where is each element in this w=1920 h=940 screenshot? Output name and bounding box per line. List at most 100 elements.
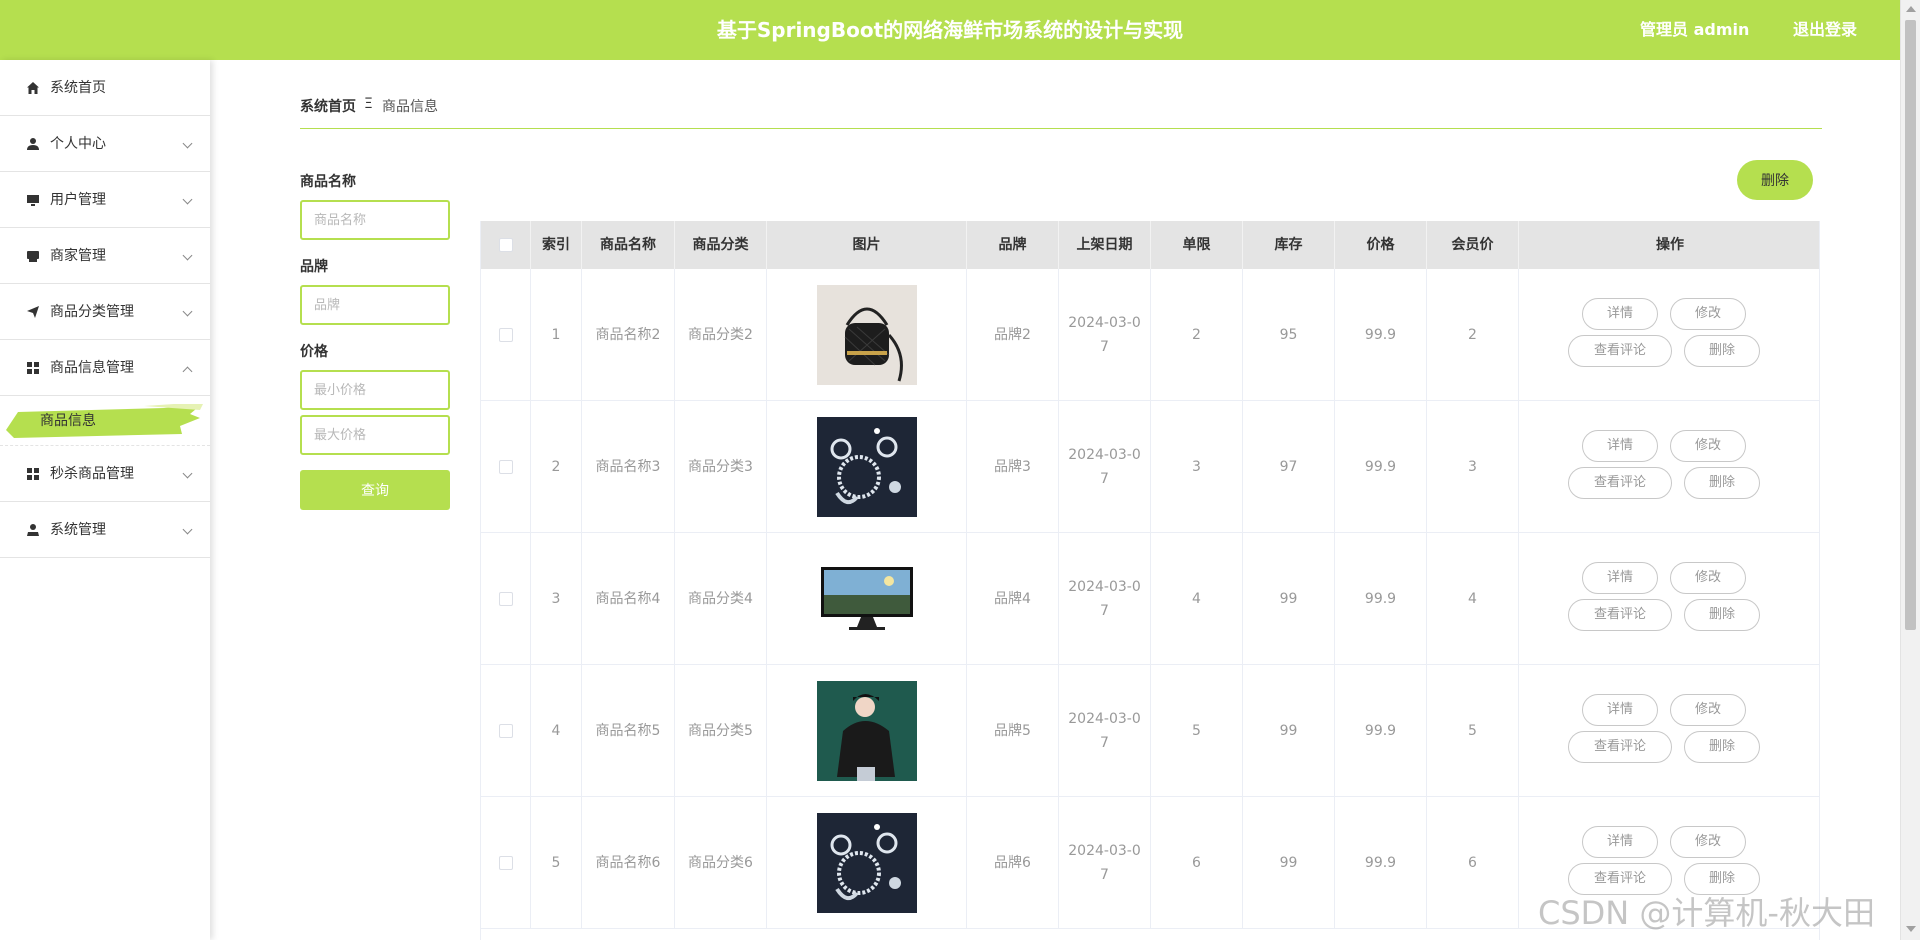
sidebar-item-flash-sale[interactable]: 秒杀商品管理 (0, 446, 210, 502)
sidebar-item-profile[interactable]: 个人中心 (0, 116, 210, 172)
top-header: 基于SpringBoot的网络海鲜市场系统的设计与实现 管理员 admin 退出… (0, 0, 1900, 60)
chevron-up-icon (182, 366, 193, 377)
max-price-input[interactable] (300, 415, 450, 455)
brand-input[interactable] (300, 285, 450, 325)
table-cell: 商品分类2 (675, 269, 767, 401)
monitor-image (817, 549, 917, 649)
table-cell: 99.9 (1335, 797, 1427, 929)
search-button[interactable]: 查询 (300, 470, 450, 510)
scrollbar-thumb[interactable] (1905, 20, 1916, 630)
column-header: 单限 (1151, 221, 1243, 269)
table-cell (767, 533, 967, 665)
chevron-down-icon (182, 138, 193, 149)
table-cell (481, 665, 531, 797)
table-cell: 99 (1243, 797, 1335, 929)
min-price-input[interactable] (300, 370, 450, 410)
view-comments-button[interactable]: 查看评论 (1568, 731, 1672, 763)
row-checkbox[interactable] (499, 460, 513, 474)
column-header: 价格 (1335, 221, 1427, 269)
table-cell: 97 (1243, 401, 1335, 533)
admin-icon (27, 524, 39, 536)
table-row: 4 商品名称5 商品分类5 品牌5 2024-03-07 5 99 99.9 5 详情 修改 查看评论… (481, 665, 1819, 797)
product-table: 索引 商品名称 商品分类 图片 品牌 上架日期 单限 库存 价格 会员价 操作 … (480, 221, 1820, 940)
table-cell: 4 (531, 665, 582, 797)
row-checkbox[interactable] (499, 592, 513, 606)
table-cell: 99 (1243, 533, 1335, 665)
edit-button[interactable]: 修改 (1670, 298, 1746, 330)
sidebar-subitem-label: 商品信息 (40, 413, 96, 429)
page-scrollbar[interactable] (1900, 0, 1920, 940)
send-icon (27, 306, 39, 318)
table-row: 1 商品名称2 商品分类2 品牌2 2024-03-07 2 95 99.9 2 详情 修改 查看评论… (481, 269, 1819, 401)
app-title: 基于SpringBoot的网络海鲜市场系统的设计与实现 (716, 18, 1184, 42)
table-cell: 详情 修改查看评论 删除 (1519, 269, 1819, 401)
detail-button[interactable]: 详情 (1582, 826, 1658, 858)
row-checkbox[interactable] (499, 328, 513, 342)
detail-button[interactable]: 详情 (1582, 298, 1658, 330)
edit-button[interactable]: 修改 (1670, 562, 1746, 594)
select-all-checkbox[interactable] (499, 238, 513, 252)
table-cell: 2 (1151, 269, 1243, 401)
table-cell: 5 (1427, 665, 1519, 797)
product-name-label: 商品名称 (300, 174, 356, 190)
batch-delete-button[interactable]: 删除 (1737, 160, 1813, 200)
sidebar-item-label: 系统首页 (50, 80, 106, 96)
breadcrumb-current: 商品信息 (382, 99, 438, 115)
detail-button[interactable]: 详情 (1582, 430, 1658, 462)
sidebar-item-label: 商品分类管理 (50, 304, 134, 320)
sidebar-subitem-product-info[interactable]: 商品信息 (0, 396, 210, 446)
detail-button[interactable]: 详情 (1582, 694, 1658, 726)
logout-button[interactable]: 退出登录 (1793, 0, 1857, 60)
table-cell: 99 (1243, 665, 1335, 797)
sidebar-item-products[interactable]: 商品信息管理 (0, 340, 210, 396)
table-cell: 2 (1427, 269, 1519, 401)
grid-icon (27, 468, 39, 480)
sidebar-menu: 系统首页 个人中心 用户管理 商家管理 商品分类管理 商品信息管理 商品信息 秒… (0, 60, 210, 940)
view-comments-button[interactable]: 查看评论 (1568, 467, 1672, 499)
table-cell: 99.9 (1335, 665, 1427, 797)
sidebar-item-label: 秒杀商品管理 (50, 466, 134, 482)
row-checkbox[interactable] (499, 856, 513, 870)
product-name-input[interactable] (300, 200, 450, 240)
column-header: 索引 (531, 221, 582, 269)
sidebar-item-label: 用户管理 (50, 192, 106, 208)
delete-button[interactable]: 删除 (1684, 335, 1760, 367)
detail-button[interactable]: 详情 (1582, 562, 1658, 594)
edit-button[interactable]: 修改 (1670, 430, 1746, 462)
sidebar-item-merchants[interactable]: 商家管理 (0, 228, 210, 284)
sidebar-item-label: 个人中心 (50, 136, 106, 152)
scroll-up-arrow-icon[interactable] (1906, 6, 1916, 12)
sidebar-item-users[interactable]: 用户管理 (0, 172, 210, 228)
table-cell: 2024-03-07 (1059, 797, 1151, 929)
store-icon (27, 251, 39, 262)
table-cell (767, 665, 967, 797)
sidebar-item-system[interactable]: 系统管理 (0, 502, 210, 558)
column-header: 商品名称 (582, 221, 675, 269)
table-cell: 2024-03-07 (1059, 269, 1151, 401)
table-cell: 4 (1427, 533, 1519, 665)
edit-button[interactable]: 修改 (1670, 694, 1746, 726)
table-cell: 5 (1151, 665, 1243, 797)
view-comments-button[interactable]: 查看评论 (1568, 335, 1672, 367)
current-user-label: 管理员 admin (1640, 20, 1750, 39)
delete-button[interactable]: 删除 (1684, 731, 1760, 763)
delete-button[interactable]: 删除 (1684, 467, 1760, 499)
row-checkbox[interactable] (499, 724, 513, 738)
table-cell: 3 (531, 533, 582, 665)
price-label: 价格 (300, 344, 328, 360)
breadcrumb-home-link[interactable]: 系统首页 (300, 96, 356, 116)
table-cell: 3 (1427, 401, 1519, 533)
bag-image (817, 285, 917, 385)
edit-button[interactable]: 修改 (1670, 826, 1746, 858)
sidebar-item-categories[interactable]: 商品分类管理 (0, 284, 210, 340)
view-comments-button[interactable]: 查看评论 (1568, 599, 1672, 631)
table-cell: 商品分类6 (675, 797, 767, 929)
sidebar-item-home[interactable]: 系统首页 (0, 60, 210, 116)
scroll-down-arrow-icon[interactable] (1906, 926, 1916, 932)
table-cell: 详情 修改查看评论 删除 (1519, 533, 1819, 665)
home-icon (27, 82, 39, 94)
table-cell: 3 (1151, 401, 1243, 533)
sidebar-item-label: 商品信息管理 (50, 360, 134, 376)
table-cell: 商品名称6 (582, 797, 675, 929)
delete-button[interactable]: 删除 (1684, 599, 1760, 631)
